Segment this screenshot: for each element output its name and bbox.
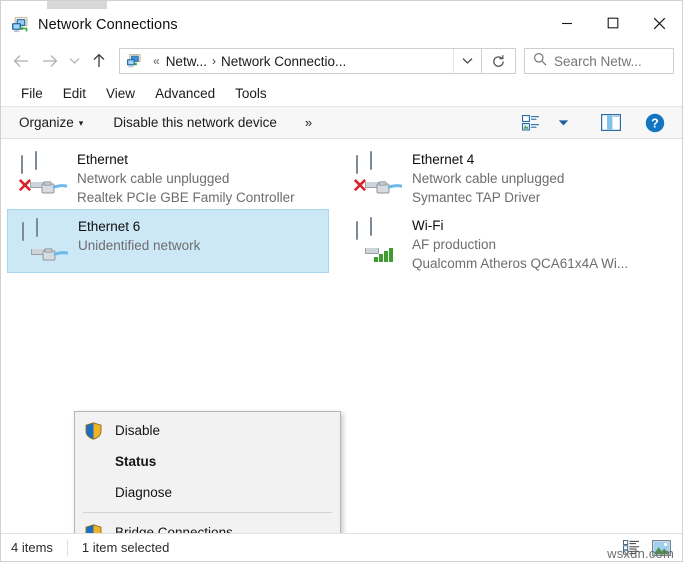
close-button[interactable] [636,3,682,43]
context-menu-label: Status [115,453,157,469]
menu-edit[interactable]: Edit [53,84,96,103]
menu-icon-placeholder [85,453,102,471]
connection-adapter: Realtek PCIe GBE Family Controller [77,190,295,205]
item-count: 4 items [11,540,53,555]
rj45-plug-icon [41,181,68,195]
breadcrumb-item-1[interactable]: Network Connectio... [221,54,346,69]
address-bar[interactable]: « Netw... › Network Connectio... [119,48,482,74]
disable-network-device-button[interactable]: Disable this network device [109,115,281,130]
address-folder-icon [126,53,142,69]
navigation-bar: « Netw... › Network Connectio... Search … [1,41,682,81]
uac-shield-icon [85,421,102,440]
forward-button[interactable] [35,47,63,75]
connection-status: AF production [412,237,497,252]
chevron-down-icon: ▾ [78,118,84,128]
organize-button[interactable]: Organize ▾ [15,115,87,130]
rj45-plug-icon [376,181,403,195]
context-menu-item-disable[interactable]: Disable [75,415,340,446]
command-overflow-button[interactable]: » [305,115,312,130]
breadcrumb-overflow[interactable]: « [147,54,166,68]
title-bar: Network Connections [1,9,682,41]
help-icon[interactable]: ? [640,110,670,136]
connection-name: Wi-Fi [412,218,444,233]
rj45-plug-icon [42,248,69,262]
menu-icon-placeholder [85,484,102,502]
uac-shield-icon [85,523,102,533]
connection-status: Network cable unplugged [77,171,230,186]
window-title: Network Connections [38,17,178,33]
command-bar: Organize ▾ Disable this network device » [1,107,682,139]
search-input[interactable]: Search Netw... [554,54,642,69]
recent-locations-button[interactable] [63,47,85,75]
address-dropdown-chevron-down-icon[interactable] [453,49,481,73]
svg-text:?: ? [651,116,659,130]
list-item-selected[interactable]: Ethernet 6 Unidentified network [7,209,329,273]
context-menu-label: Diagnose [115,484,173,500]
explorer-window: Network Connections « Netw... › Network … [0,0,683,562]
breadcrumb-item-0[interactable]: Netw... [166,54,207,69]
menu-tools[interactable]: Tools [225,84,277,103]
list-item[interactable]: Wi-Fi AF production Qualcomm Atheros QCA… [342,209,664,273]
window-controls [544,3,682,43]
network-adapter-icon [350,214,412,272]
tab-strip-ghost [47,1,107,9]
network-adapter-icon [16,215,78,273]
command-bar-right-group: ? [516,110,682,136]
selection-count: 1 item selected [81,540,170,555]
context-menu-item-bridge-connections[interactable]: Bridge Connections [75,517,340,533]
preview-pane-icon[interactable] [596,110,626,136]
search-box[interactable]: Search Netw... [524,48,674,74]
connection-name: Ethernet 6 [78,219,141,234]
connection-adapter: Qualcomm Atheros QCA61x4A Wi... [412,256,629,271]
network-adapter-icon: ✕ [15,148,77,206]
context-menu: Disable Status Diagnose Bridge Connectio… [74,411,341,533]
status-divider [66,539,68,556]
list-item[interactable]: ✕ Ethernet Network cable unplugged Realt… [7,143,329,207]
connection-status: Network cable unplugged [412,171,565,186]
list-item[interactable]: ✕ Ethernet 4 Network cable unplugged Sym… [342,143,664,207]
context-menu-separator [83,512,332,513]
change-view-dropdown-chevron-down-icon[interactable] [548,110,578,136]
watermark: wsxdn.com [607,546,674,561]
connection-status: Unidentified network [78,238,201,253]
organize-label: Organize [19,115,74,130]
breadcrumb-separator: › [211,54,216,68]
network-connections-icon [11,16,29,34]
up-button[interactable] [85,47,113,75]
red-x-icon: ✕ [17,176,33,197]
context-menu-label: Bridge Connections [115,524,233,533]
context-menu-item-diagnose[interactable]: Diagnose [75,477,340,508]
back-button[interactable] [7,47,35,75]
menu-file[interactable]: File [11,84,53,103]
maximize-button[interactable] [590,3,636,43]
signal-bars-icon [374,246,393,262]
connection-name: Ethernet 4 [412,152,475,167]
change-view-icon[interactable] [516,110,546,136]
menu-bar: File Edit View Advanced Tools [1,81,682,107]
menu-advanced[interactable]: Advanced [145,84,225,103]
breadcrumb: « Netw... › Network Connectio... [147,54,346,69]
connection-adapter: Symantec TAP Driver [412,190,541,205]
menu-view[interactable]: View [96,84,145,103]
status-bar: 4 items 1 item selected wsxdn.com [1,533,682,561]
connections-list: ✕ Ethernet Network cable unplugged Realt… [1,139,682,533]
connection-name: Ethernet [77,152,129,167]
network-adapter-icon: ✕ [350,148,412,206]
context-menu-label: Disable [115,422,161,438]
red-x-icon: ✕ [352,176,368,197]
context-menu-item-status[interactable]: Status [75,446,340,477]
search-icon [533,52,547,71]
refresh-button[interactable] [482,48,516,74]
minimize-button[interactable] [544,3,590,43]
